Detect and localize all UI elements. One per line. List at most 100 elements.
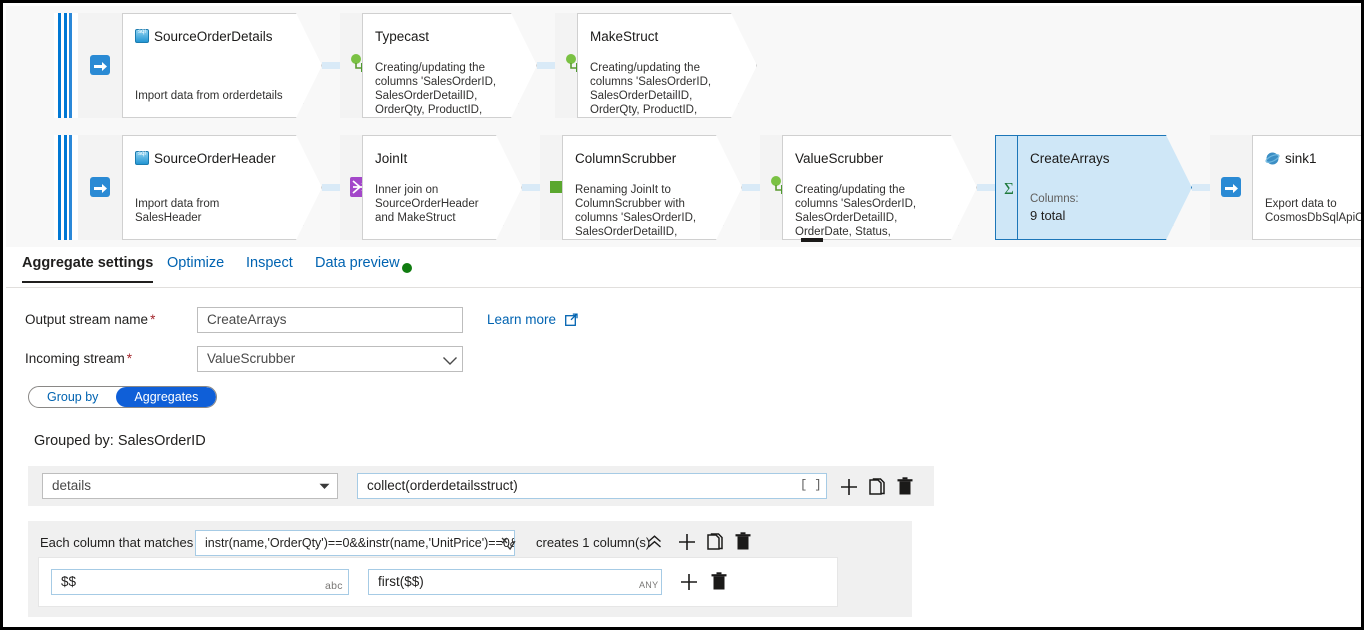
connector-link xyxy=(977,135,995,240)
aggregate-expression-input[interactable]: collect(orderdetailsstruct) xyxy=(357,473,827,499)
column-pattern-expression-input[interactable]: instr(name,'OrderQty')==0&&instr(name,'U… xyxy=(195,530,515,556)
dataflow-node-sourceorderdetails[interactable]: SourceOrderDetails Import data from orde… xyxy=(122,13,322,118)
dataflow-row-2: SourceOrderHeader Import data from Sales… xyxy=(54,135,1364,240)
column-pattern-sub-row: $$ abc first($$) ANY xyxy=(38,557,838,607)
connector-link xyxy=(322,13,340,118)
learn-more-link[interactable]: Learn more xyxy=(487,312,578,327)
dataflow-node-sourceorderheader[interactable]: SourceOrderHeader Import data from Sales… xyxy=(122,135,322,240)
add-node-button[interactable]: + xyxy=(1172,217,1183,235)
add-node-button[interactable]: + xyxy=(302,217,313,235)
source-import-icon-gutter-2 xyxy=(78,135,122,240)
plus-icon[interactable] xyxy=(680,573,698,591)
source-accent-bars-2 xyxy=(54,135,78,240)
creates-columns-text: creates 1 column(s) xyxy=(536,535,651,550)
sink-export-icon-gutter xyxy=(1210,135,1252,240)
data-preview-status-dot xyxy=(402,263,412,273)
aggregate-expression-type-tag: [ ] xyxy=(800,478,822,492)
sql-database-icon xyxy=(135,29,149,43)
dataflow-node-joinit[interactable]: JoinIt Inner join on SourceOrderHeader a… xyxy=(362,135,522,240)
node-description: Renaming JoinIt to ColumnScrubber with c… xyxy=(575,184,697,238)
source-import-icon xyxy=(90,55,110,75)
node-description: Creating/updating the columns 'SalesOrde… xyxy=(590,62,712,116)
dataflow-node-columnscrubber[interactable]: ColumnScrubber Renaming JoinIt to Column… xyxy=(562,135,742,240)
plus-icon[interactable] xyxy=(678,533,696,551)
node-title: ColumnScrubber xyxy=(575,151,677,166)
column-pattern-row: Each column that matches instr(name,'Ord… xyxy=(28,521,912,617)
dataflow-designer-window: SourceOrderDetails Import data from orde… xyxy=(0,0,1364,630)
node-columns-label: Columns: xyxy=(1030,193,1079,205)
incoming-stream-label: Incoming stream * xyxy=(25,351,133,366)
external-link-icon xyxy=(564,313,578,326)
dataflow-node-valuescrubber[interactable]: ValueScrubber Creating/updating the colu… xyxy=(782,135,977,240)
node-title: sink1 xyxy=(1265,151,1317,166)
aggregate-settings-panel: Output stream name * CreateArrays Learn m… xyxy=(6,288,1361,627)
required-marker: * xyxy=(126,351,133,366)
connector-link xyxy=(322,135,340,240)
copy-icon[interactable] xyxy=(707,533,724,551)
dataflow-row-1: SourceOrderDetails Import data from orde… xyxy=(54,13,757,118)
source-accent-bars-1 xyxy=(54,13,78,118)
add-node-button[interactable]: + xyxy=(302,95,313,113)
svg-text:Σ: Σ xyxy=(1004,179,1014,198)
tab-optimize[interactable]: Optimize xyxy=(167,255,224,281)
trash-icon[interactable] xyxy=(897,477,913,496)
node-columns-value: 9 total xyxy=(1030,208,1066,223)
tab-aggregate-settings[interactable]: Aggregate settings xyxy=(22,255,154,283)
aggregate-column-row: details collect(orderdetailsstruct) [ ] xyxy=(28,466,934,506)
add-node-button[interactable]: + xyxy=(517,95,528,113)
plus-icon[interactable] xyxy=(840,478,858,496)
node-title: Typecast xyxy=(375,29,430,44)
pattern-name-input[interactable]: $$ xyxy=(51,569,349,595)
tab-inspect[interactable]: Inspect xyxy=(246,255,293,281)
connector-link xyxy=(1192,135,1210,240)
source-import-icon-gutter-1 xyxy=(78,13,122,118)
output-stream-name-label: Output stream name * xyxy=(25,312,156,327)
pattern-name-type-tag: abc xyxy=(325,580,343,592)
connector-link xyxy=(522,135,540,240)
chevron-down-icon[interactable] xyxy=(442,356,458,366)
tab-data-preview[interactable]: Data preview xyxy=(315,255,400,281)
node-title: CreateArrays xyxy=(1030,151,1110,166)
required-marker: * xyxy=(150,312,156,327)
grouped-by-text: Grouped by: SalesOrderID xyxy=(34,433,206,449)
panel-tab-strip: Aggregate settings Optimize Inspect Data… xyxy=(6,247,1361,288)
add-node-button[interactable]: + xyxy=(957,217,968,235)
trash-icon[interactable] xyxy=(711,572,727,591)
copy-icon[interactable] xyxy=(869,478,886,496)
add-node-button[interactable]: + xyxy=(502,217,513,235)
toggle-aggregates[interactable]: Aggregates xyxy=(116,387,217,407)
source-import-icon xyxy=(90,177,110,197)
add-node-button[interactable]: + xyxy=(737,95,748,113)
dataflow-node-sink1[interactable]: sink1 Export data to CosmosDbSqlApiOrder… xyxy=(1252,135,1364,240)
node-title: ValueScrubber xyxy=(795,151,884,166)
dataflow-canvas[interactable]: SourceOrderDetails Import data from orde… xyxy=(6,6,1364,247)
pattern-expression-input[interactable]: first($$) xyxy=(368,569,662,595)
trash-icon[interactable] xyxy=(735,532,751,551)
sql-database-icon xyxy=(135,151,149,165)
chevron-double-up-icon[interactable] xyxy=(647,535,662,549)
output-stream-name-input[interactable]: CreateArrays xyxy=(197,307,463,333)
dataflow-node-createarrays[interactable]: CreateArrays Columns: 9 total + xyxy=(1017,135,1192,240)
node-title: SourceOrderDetails xyxy=(135,29,273,44)
cosmos-db-icon xyxy=(1265,152,1280,165)
pattern-expression-type-tag: ANY xyxy=(639,580,659,590)
dataflow-node-typecast[interactable]: Typecast Creating/updating the columns '… xyxy=(362,13,537,118)
node-description: Export data to CosmosDbSqlApiOrders xyxy=(1265,198,1364,224)
node-description: Import data from orderdetails xyxy=(135,90,283,102)
node-title: MakeStruct xyxy=(590,29,659,44)
connector-link xyxy=(742,135,760,240)
node-description: Creating/updating the columns 'SalesOrde… xyxy=(795,184,917,238)
node-description: Import data from SalesHeader xyxy=(135,198,220,224)
incoming-stream-select[interactable]: ValueScrubber xyxy=(197,346,463,372)
groupby-aggregates-toggle[interactable]: Group by Aggregates xyxy=(28,386,218,408)
dataflow-node-makestruct[interactable]: MakeStruct Creating/updating the columns… xyxy=(577,13,757,118)
chevron-down-icon[interactable] xyxy=(319,483,330,490)
toggle-group-by[interactable]: Group by xyxy=(29,387,116,407)
add-node-button[interactable]: + xyxy=(722,217,733,235)
node-description: Inner join on SourceOrderHeader and Make… xyxy=(375,184,479,224)
sink-export-icon xyxy=(1221,177,1241,197)
node-title: SourceOrderHeader xyxy=(135,151,276,166)
aggregate-column-select[interactable]: details xyxy=(42,473,338,499)
canvas-scroll-indicator[interactable] xyxy=(801,238,823,242)
expression-check-icon[interactable] xyxy=(501,536,516,551)
